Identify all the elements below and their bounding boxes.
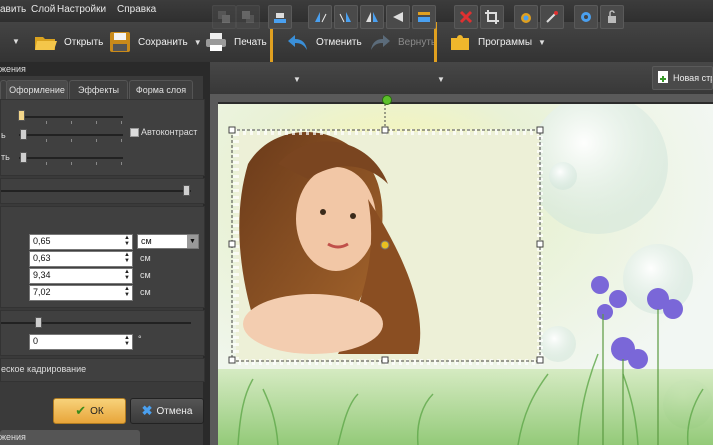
rotation-input[interactable]: 0 ▲ ▼ — [29, 334, 133, 350]
cancel-button[interactable]: ✖ Отмена — [130, 398, 204, 424]
printer-icon — [204, 31, 228, 53]
transparency-section — [0, 178, 205, 204]
width-input[interactable]: 9,34 ▲ ▼ — [29, 268, 133, 284]
position-x-input[interactable]: 0,65 ▲ ▼ — [29, 234, 133, 250]
tab-effects[interactable]: Эффекты — [69, 80, 128, 99]
checkmark-icon: ✔ — [75, 403, 87, 418]
slider-track[interactable] — [1, 322, 191, 324]
puzzle-programs-icon — [448, 31, 472, 53]
fit-icon[interactable] — [412, 5, 436, 29]
flip-horizontal-icon[interactable] — [360, 5, 384, 29]
slider-track[interactable] — [19, 116, 123, 118]
undo-button[interactable]: Отменить — [286, 26, 362, 58]
programs-dropdown-icon[interactable]: ▼ — [538, 38, 546, 47]
rotate-right-icon[interactable] — [334, 5, 358, 29]
horizontal-ruler — [210, 94, 713, 102]
floppy-save-icon — [108, 31, 132, 53]
new-page-icon — [657, 70, 669, 86]
flip-vertical-icon[interactable] — [386, 5, 410, 29]
settings-icon[interactable] — [574, 5, 598, 29]
bottom-panel-tab[interactable]: жения — [0, 430, 140, 445]
chevron-down-icon[interactable]: ▼ — [12, 37, 20, 46]
layer-back-icon[interactable] — [212, 5, 236, 29]
undo-arrow-icon — [286, 31, 310, 53]
autocrop-section: еское кадрирование — [0, 358, 205, 382]
tab-design[interactable]: Оформление — [6, 80, 68, 99]
slider-thumb[interactable] — [20, 129, 27, 140]
redo-arrow-icon — [368, 31, 392, 53]
align-icon[interactable] — [268, 5, 292, 29]
size-position-section: 0,65 ▲ ▼ см ▼ 0,63 ▲ ▼ см 9,34 ▲ ▼ см 7,02 ▲ ▼ см — [0, 206, 205, 308]
slider1-label: ь — [1, 130, 6, 140]
menu-item-edit[interactable]: авить — [0, 4, 26, 15]
autocontrast-checkbox[interactable] — [130, 128, 139, 137]
menu-item-help[interactable]: Справка — [117, 4, 156, 15]
slider2-label: ть — [1, 152, 10, 162]
fit-dropdown-icon[interactable]: ▼ — [437, 75, 445, 84]
rotate-handle[interactable] — [382, 95, 392, 105]
editing-canvas[interactable] — [218, 104, 713, 445]
programs-button[interactable]: Программы ▼ — [448, 26, 546, 58]
rotate-left-icon[interactable] — [308, 5, 332, 29]
slider-thumb[interactable] — [183, 185, 190, 196]
lock-icon[interactable] — [600, 5, 624, 29]
slider-track[interactable] — [19, 134, 123, 136]
unit-label: см — [140, 287, 151, 297]
autocrop-label[interactable]: еское кадрирование — [1, 364, 86, 374]
position-y-input[interactable]: 0,63 ▲ ▼ — [29, 251, 133, 267]
delete-icon[interactable] — [454, 5, 478, 29]
rotation-section: 0 ▲ ▼ ° — [0, 310, 205, 356]
unit-label: см — [140, 270, 151, 280]
slider-thumb[interactable] — [35, 317, 42, 328]
open-button[interactable]: Открыть — [34, 26, 103, 58]
canvas-artwork — [218, 104, 713, 445]
unit-label: см — [140, 253, 151, 263]
slider-track[interactable] — [19, 157, 123, 159]
color-fill-icon[interactable] — [514, 5, 538, 29]
adjustments-section: ь Автоконтраст ть — [0, 99, 205, 176]
ok-button[interactable]: ✔ ОК — [53, 398, 126, 424]
menu-item-settings[interactable]: Настройки — [57, 4, 106, 15]
tab-layer-shape[interactable]: Форма слоя — [129, 80, 193, 99]
degree-label: ° — [138, 334, 142, 344]
menu-item-layer[interactable]: Слой — [31, 4, 55, 15]
slider-thumb[interactable] — [20, 152, 27, 163]
cross-icon: ✖ — [141, 403, 153, 418]
new-page-button[interactable]: Новая стр — [652, 66, 713, 90]
unit-select[interactable]: см ▼ — [137, 234, 199, 249]
edit-toolbar — [210, 62, 713, 94]
panel-title: жения — [0, 62, 210, 76]
eyedropper-icon[interactable] — [540, 5, 564, 29]
save-dropdown-icon[interactable]: ▼ — [194, 38, 202, 47]
center-handle — [380, 240, 390, 250]
align-dropdown-icon[interactable]: ▼ — [293, 75, 301, 84]
redo-button: Вернуть — [368, 26, 436, 58]
slider-thumb[interactable] — [18, 110, 25, 121]
vertical-ruler — [210, 102, 218, 445]
save-button[interactable]: Сохранить ▼ — [108, 26, 202, 58]
height-input[interactable]: 7,02 ▲ ▼ — [29, 285, 133, 301]
print-button[interactable]: Печать — [204, 26, 267, 58]
autocontrast-label: Автоконтраст — [141, 127, 198, 137]
layer-front-icon[interactable] — [236, 5, 260, 29]
slider-track[interactable] — [1, 190, 191, 192]
folder-open-icon — [34, 31, 58, 53]
crop-icon[interactable] — [480, 5, 504, 29]
chevron-down-icon: ▼ — [187, 235, 198, 248]
